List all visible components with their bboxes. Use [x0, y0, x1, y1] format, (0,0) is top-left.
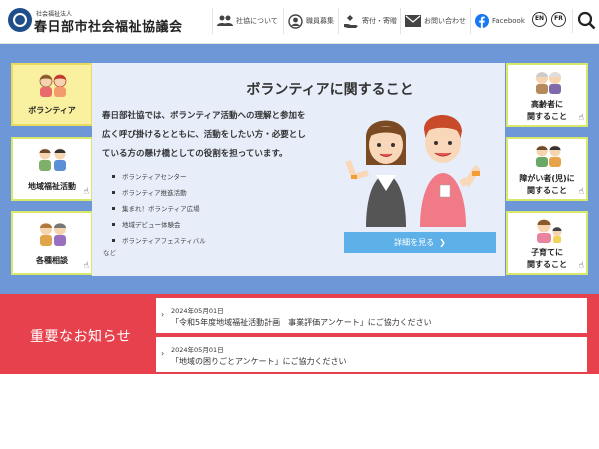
notice-date: 2024年05月01日 [171, 307, 224, 315]
nav-donation-label: 寄付・寄贈 [362, 17, 397, 25]
tile-childcare-label-line2: 関すること [527, 260, 567, 269]
tile-elderly-label-line1: 高齢者に [531, 100, 563, 109]
list-item: ボランティアフェスティバル [112, 233, 206, 249]
panel-description: 春日部社協では、ボランティア活動への理解と参加を 広く呼び掛けるとともに、活動を… [102, 107, 347, 164]
detail-button[interactable]: 詳細を見る ❯ [344, 232, 496, 253]
tile-childcare-label-line1: 子育てに [531, 248, 563, 257]
nav-about[interactable]: 社協について [212, 8, 278, 34]
donation-hand-icon [344, 14, 358, 28]
community-people-icon [39, 148, 66, 171]
list-item: 集まれ！ボランティア広場 [112, 201, 206, 217]
volunteer-activity-list: ボランティアセンター ボランティア推進活動 集まれ！ボランティア広場 地域デビュ… [112, 169, 206, 249]
tile-consultation[interactable]: 各種相談 ☝ [11, 211, 93, 275]
lang-fr-button[interactable]: FR [551, 12, 566, 27]
pointer-hand-icon: ☝ [578, 187, 584, 197]
consultation-people-icon [40, 223, 66, 246]
nav-about-label: 社協について [236, 17, 278, 25]
facebook-icon [475, 14, 489, 28]
list-etc-text: など [103, 249, 116, 257]
notice-item[interactable]: › 2024年05月01日 「地域の困りごとアンケート」にご協力ください [156, 337, 587, 372]
parent-child-icon [537, 219, 562, 243]
list-item: ボランティア推進活動 [112, 185, 206, 201]
list-item: ボランティアセンター [112, 169, 206, 185]
chevron-right-icon: › [161, 310, 165, 319]
volunteer-people-icon [39, 74, 67, 97]
tile-elderly-label-line2: 関すること [527, 112, 567, 121]
notice-date: 2024年05月01日 [171, 346, 224, 354]
volunteer-panel: ボランティアに関すること 春日部社協では、ボランティア活動への理解と参加を 広く… [92, 63, 505, 276]
panel-title: ボランティアに関すること [246, 82, 414, 98]
notice-section-title: 重要なお知らせ [30, 329, 132, 345]
tile-community-label: 地域福祉活動 [28, 182, 76, 191]
disability-support-icon [536, 145, 561, 167]
nav-recruit[interactable]: 職員募集 [283, 8, 334, 34]
logo-icon[interactable] [8, 8, 32, 32]
tile-disabilities-label-line1: 障がい者(児)に [519, 174, 575, 183]
tile-volunteer-label: ボランティア [28, 106, 76, 115]
search-button[interactable] [572, 9, 596, 33]
nav-contact[interactable]: お問い合わせ [400, 8, 466, 34]
elderly-people-icon [536, 72, 561, 94]
list-item: 地域デビュー体験会 [112, 217, 206, 233]
mail-icon [405, 15, 421, 27]
nav-facebook[interactable]: Facebook [470, 8, 525, 34]
nav-recruit-label: 職員募集 [306, 17, 334, 25]
nav-facebook-label: Facebook [492, 17, 525, 25]
volunteer-illustration [345, 115, 481, 227]
tile-elderly[interactable]: 高齢者に 関すること ☝ [506, 63, 588, 127]
pointer-hand-icon: ☝ [83, 187, 89, 197]
org-name[interactable]: 春日部市社会福祉協議会 [34, 16, 183, 35]
chevron-right-icon: ❯ [436, 238, 446, 247]
nav-donation[interactable]: 寄付・寄贈 [338, 8, 397, 34]
pointer-hand-icon: ☝ [578, 261, 584, 271]
person-circle-icon [288, 13, 303, 29]
notice-item[interactable]: › 2024年05月01日 「令和5年度地域福祉活動計画 事業評価アンケート」に… [156, 298, 587, 333]
tile-community-activity[interactable]: 地域福祉活動 ☝ [11, 137, 93, 201]
panel-description-line: 広く呼び掛けるとともに、活動をしたい方・必要とし [102, 130, 306, 140]
chevron-right-icon: › [161, 349, 165, 358]
tile-disabilities[interactable]: 障がい者(児)に 関すること ☝ [506, 137, 588, 201]
tile-volunteer[interactable]: ボランティア [11, 63, 93, 126]
tile-childcare[interactable]: 子育てに 関すること ☝ [506, 211, 588, 275]
pointer-hand-icon: ☝ [83, 261, 89, 271]
lang-en-button[interactable]: EN [532, 12, 547, 27]
detail-button-label: 詳細を見る [394, 238, 435, 247]
tile-disabilities-label-line2: 関すること [527, 186, 567, 195]
people-icon [217, 15, 233, 26]
panel-description-line: 春日部社協では、ボランティア活動への理解と参加を [102, 111, 306, 121]
panel-description-line: ている方の懸け橋としての役割を担っています。 [102, 149, 288, 159]
search-icon [577, 11, 596, 30]
pointer-hand-icon: ☝ [578, 113, 584, 123]
nav-contact-label: お問い合わせ [424, 17, 466, 25]
notice-link[interactable]: 「地域の困りごとアンケート」にご協力ください [171, 356, 347, 367]
tile-consultation-label: 各種相談 [36, 256, 68, 265]
notice-link[interactable]: 「令和5年度地域福祉活動計画 事業評価アンケート」にご協力ください [171, 317, 432, 328]
site-header: 社会福祉法人 春日部市社会福祉協議会 社協について 職員募集 寄付・寄贈 お問い… [0, 0, 599, 44]
